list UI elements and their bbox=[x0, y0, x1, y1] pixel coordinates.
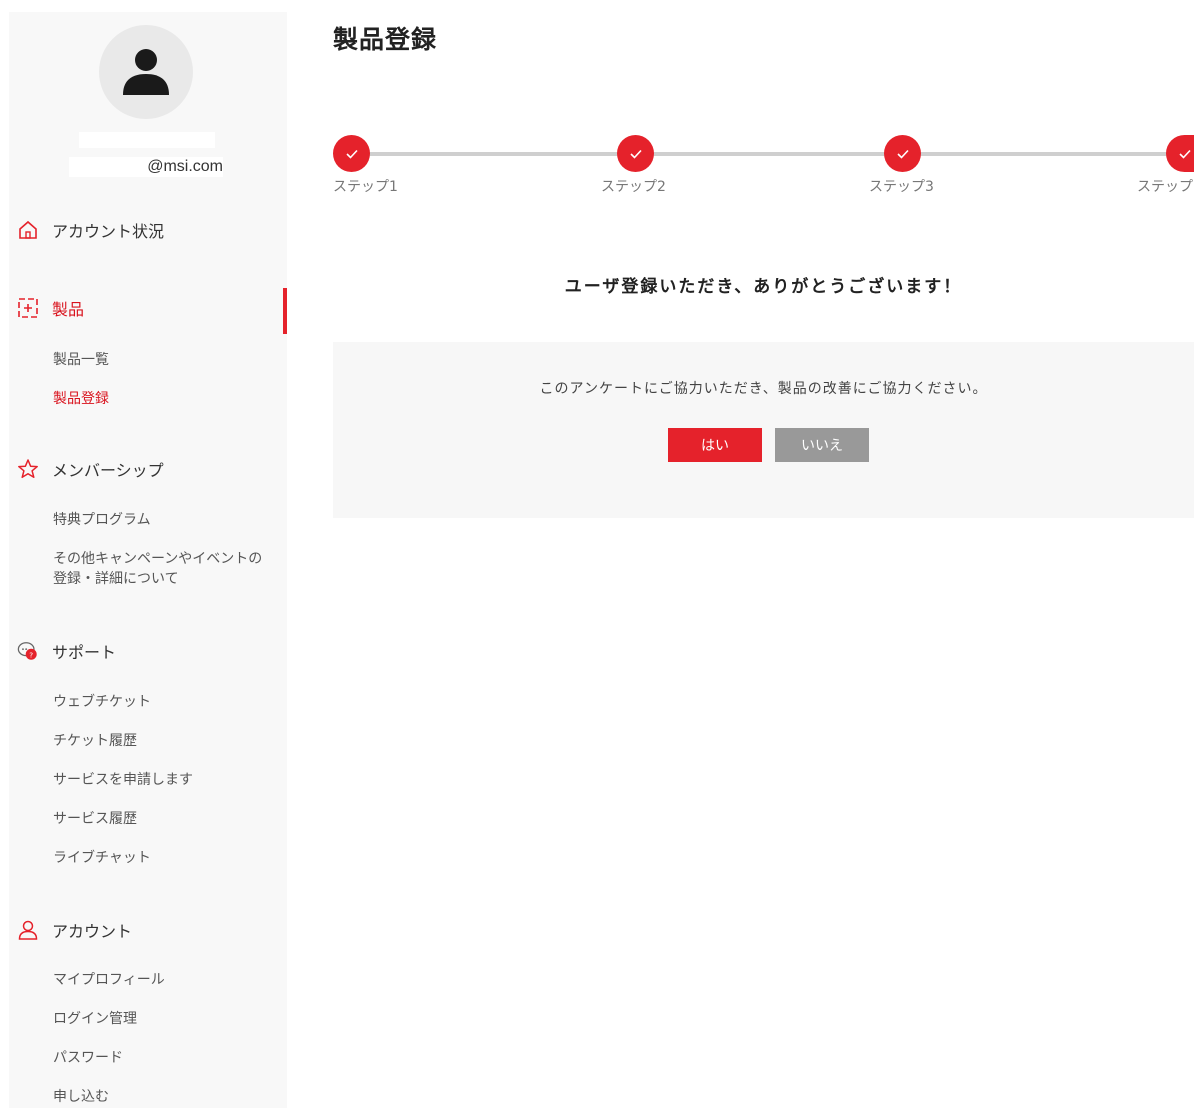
survey-prompt: このアンケートにご協力いただき、製品の改善にご協力ください。 bbox=[539, 381, 988, 397]
sidebar-subitem-campaigns[interactable]: その他キャンペーンやイベントの 登録・詳細について bbox=[53, 549, 262, 589]
star-icon bbox=[17, 458, 39, 480]
campaigns-line-1: その他キャンペーンやイベントの bbox=[53, 551, 263, 567]
user-icon bbox=[17, 919, 39, 941]
avatar[interactable] bbox=[99, 25, 193, 119]
step-3-complete bbox=[884, 135, 921, 172]
check-icon bbox=[345, 149, 358, 159]
registration-thanks-message: ユーザ登録いただき、ありがとうございます！ bbox=[564, 277, 963, 297]
sidebar-subitem-product-list[interactable]: 製品一覧 bbox=[53, 350, 109, 370]
registration-stepper: ステップ1 ステップ2 ステップ3 ステップ bbox=[333, 134, 1194, 204]
step-connector bbox=[920, 152, 1167, 156]
user-avatar-icon bbox=[123, 49, 169, 95]
page-title: 製品登録 bbox=[333, 25, 438, 54]
sidebar-item-products[interactable]: 製品 bbox=[9, 294, 287, 322]
sidebar-item-label: メンバーシップ bbox=[52, 461, 164, 480]
sidebar-subitem-subscribe[interactable]: 申し込む bbox=[53, 1087, 109, 1107]
svg-text:?: ? bbox=[29, 650, 33, 659]
step-2-label: ステップ2 bbox=[601, 179, 666, 195]
survey-no-button[interactable]: いいえ bbox=[775, 428, 869, 462]
sidebar-subitem-benefits[interactable]: 特典プログラム bbox=[53, 510, 151, 530]
sidebar-subitem-service-request[interactable]: サービスを申請します bbox=[53, 770, 193, 790]
step-3-label: ステップ3 bbox=[869, 179, 934, 195]
sidebar-subitem-password[interactable]: パスワード bbox=[53, 1048, 123, 1068]
sidebar-item-membership[interactable]: メンバーシップ bbox=[9, 455, 287, 483]
step-connector bbox=[653, 152, 886, 156]
step-4-label: ステップ bbox=[1137, 179, 1193, 195]
sidebar-item-label: アカウント bbox=[52, 922, 133, 941]
check-icon bbox=[1179, 149, 1191, 159]
sidebar-subitem-web-ticket[interactable]: ウェブチケット bbox=[53, 692, 151, 712]
step-1-label: ステップ1 bbox=[333, 179, 398, 195]
user-email: @msi.com bbox=[69, 157, 223, 177]
sidebar-item-account[interactable]: アカウント bbox=[9, 916, 287, 944]
step-connector bbox=[369, 152, 619, 156]
sidebar-subitem-login-management[interactable]: ログイン管理 bbox=[53, 1009, 137, 1029]
sidebar-item-account-status[interactable]: アカウント状況 bbox=[9, 216, 287, 244]
home-icon bbox=[17, 219, 39, 241]
user-name bbox=[79, 132, 215, 148]
survey-panel: このアンケートにご協力いただき、製品の改善にご協力ください。 はい いいえ bbox=[333, 342, 1194, 518]
product-box-icon bbox=[17, 297, 39, 319]
sidebar-item-label: アカウント状況 bbox=[52, 222, 165, 241]
sidebar-item-label: 製品 bbox=[52, 300, 85, 319]
support-chat-icon: ? bbox=[17, 640, 39, 662]
sidebar-subitem-product-registration[interactable]: 製品登録 bbox=[53, 389, 109, 409]
sidebar-subitem-service-history[interactable]: サービス履歴 bbox=[53, 809, 137, 829]
step-1-complete bbox=[333, 135, 370, 172]
sidebar-item-support[interactable]: ? サポート bbox=[9, 637, 287, 665]
sidebar-subitem-my-profile[interactable]: マイプロフィール bbox=[53, 970, 165, 990]
sidebar-item-label: サポート bbox=[52, 643, 117, 662]
sidebar-subitem-live-chat[interactable]: ライブチャット bbox=[53, 848, 151, 868]
sidebar-subitem-ticket-history[interactable]: チケット履歴 bbox=[53, 731, 137, 751]
survey-yes-button[interactable]: はい bbox=[668, 428, 762, 462]
step-2-complete bbox=[617, 135, 654, 172]
active-indicator bbox=[283, 288, 287, 334]
step-4-complete bbox=[1166, 135, 1194, 172]
sidebar: @msi.com アカウント状況 製品 製品一覧 製品登録 メンバーシップ 特典… bbox=[9, 12, 287, 1108]
check-icon bbox=[896, 149, 909, 159]
check-icon bbox=[629, 149, 642, 159]
campaigns-line-2: 登録・詳細について bbox=[53, 571, 179, 587]
